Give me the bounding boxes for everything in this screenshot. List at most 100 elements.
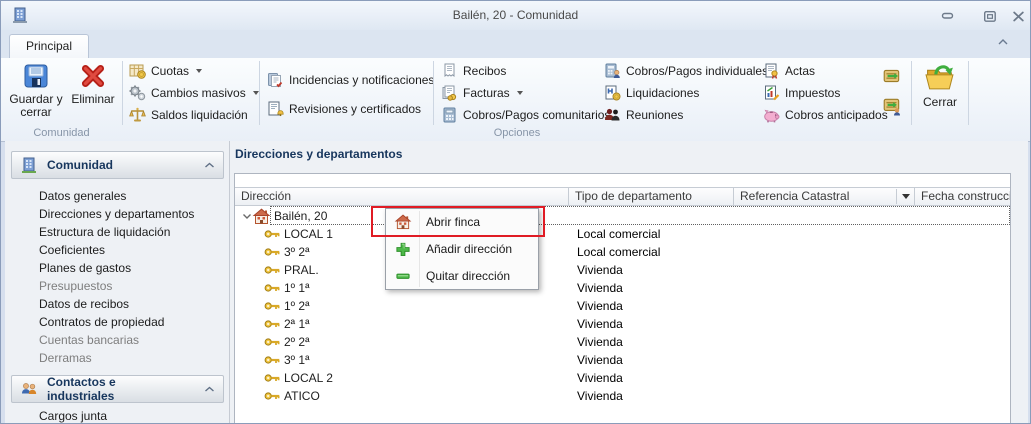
traspaso-button-2[interactable]	[880, 94, 904, 118]
table-row-3-2[interactable]: 3º 2ª Local comercial	[236, 243, 1009, 261]
actas-icon	[763, 63, 780, 79]
ribbon-separator	[968, 61, 969, 125]
page-title: Direcciones y departamentos	[235, 147, 402, 161]
transfer-icon	[882, 66, 902, 86]
sidebar-section-comunidad[interactable]: Comunidad	[11, 151, 224, 179]
saldos-liquidacion-button[interactable]: Saldos liquidación	[129, 106, 248, 124]
close-button[interactable]	[1009, 9, 1027, 23]
sidebar-item-datos-de-recibos[interactable]: Datos de recibos	[39, 295, 129, 313]
sidebar-item-cuentas-bancarias[interactable]: Cuentas bancarias	[39, 331, 139, 349]
incidencias-button[interactable]: Incidencias y notificaciones	[267, 71, 434, 89]
menu-item-anadir-direccion[interactable]: Añadir dirección	[386, 236, 538, 263]
sidebar-item-datos-generales[interactable]: Datos generales	[39, 187, 126, 205]
cobros-pagos-comunitarios-button[interactable]: Cobros/Pagos comunitarios	[441, 106, 610, 124]
cobros-comunitarios-icon	[441, 107, 458, 123]
reuniones-icon	[604, 107, 621, 123]
liquidaciones-icon	[604, 85, 621, 101]
cuotas-button[interactable]: Cuotas	[129, 62, 202, 80]
sidebar-item-presupuestos[interactable]: Presupuestos	[39, 277, 112, 295]
referencia-filter-button[interactable]	[896, 189, 914, 204]
minimize-button[interactable]	[939, 9, 957, 23]
table-row-1-1[interactable]: 1º 1ª Vivienda	[236, 279, 1009, 297]
column-header-fecha[interactable]: Fecha construcción	[915, 187, 1010, 206]
transfer-person-icon	[882, 96, 902, 116]
key-icon	[264, 228, 281, 240]
table-row-bailen-20[interactable]: Bailén, 20	[236, 207, 1009, 225]
sidebar-item-direcciones-y-departamentos[interactable]: Direcciones y departamentos	[39, 205, 194, 223]
ribbon-separator	[911, 61, 912, 125]
chevron-up-icon	[204, 386, 215, 393]
table-row-local-1[interactable]: LOCAL 1 Local comercial	[236, 225, 1009, 243]
recibos-icon	[441, 63, 458, 79]
table-row-2-2[interactable]: 2º 2ª Vivienda	[236, 333, 1009, 351]
cerrar-icon	[923, 62, 957, 93]
comunidad-icon	[20, 156, 38, 174]
context-menu: Abrir finca Añadir dirección Quitar dire…	[385, 208, 539, 290]
facturas-button[interactable]: Facturas	[441, 84, 523, 102]
key-icon	[264, 246, 281, 258]
menu-item-abrir-finca[interactable]: Abrir finca	[386, 209, 538, 236]
group-label-comunidad: Comunidad	[1, 127, 122, 139]
close-icon	[1011, 10, 1026, 23]
traspaso-button-1[interactable]	[880, 64, 904, 88]
add-plus-icon	[394, 241, 412, 257]
facturas-icon	[441, 85, 458, 101]
cambios-masivos-button[interactable]: Cambios masivos	[129, 84, 259, 102]
sidebar-item-estructura-de-liquidacion[interactable]: Estructura de liquidación	[39, 223, 170, 241]
delete-icon	[79, 62, 107, 90]
sidebar-item-planes-de-gastos[interactable]: Planes de gastos	[39, 259, 131, 277]
key-icon	[264, 354, 281, 366]
chevron-up-icon	[997, 38, 1009, 46]
revisiones-button[interactable]: Revisiones y certificados	[267, 100, 421, 118]
saldos-icon	[129, 107, 146, 123]
sidebar-divider	[229, 141, 230, 423]
cobros-anticipados-icon	[763, 107, 780, 123]
dropdown-arrow-icon	[902, 194, 910, 199]
table-row-local-2[interactable]: LOCAL 2 Vivienda	[236, 369, 1009, 387]
key-icon	[264, 390, 281, 402]
directions-panel: Dirección Tipo de departamento Referenci…	[234, 173, 1011, 424]
recibos-button[interactable]: Recibos	[441, 62, 506, 80]
restore-button[interactable]	[981, 9, 999, 23]
menu-item-quitar-direccion[interactable]: Quitar dirección	[386, 262, 538, 289]
cambios-masivos-icon	[129, 85, 146, 101]
cuotas-icon	[129, 63, 146, 79]
collapse-ribbon-button[interactable]	[997, 38, 1009, 46]
eliminar-button[interactable]: Eliminar	[67, 60, 119, 126]
sidebar-item-derramas[interactable]: Derramas	[39, 349, 92, 367]
ribbon-separator	[122, 61, 123, 125]
cobros-anticipados-button[interactable]: Cobros anticipados	[763, 106, 888, 124]
sidebar-item-coeficientes[interactable]: Coeficientes	[39, 241, 105, 259]
title-bar[interactable]: Bailén, 20 - Comunidad	[1, 1, 1030, 31]
key-icon	[264, 372, 281, 384]
table-row-1-2[interactable]: 1º 2ª Vivienda	[236, 297, 1009, 315]
cobros-pagos-individuales-button[interactable]: Cobros/Pagos individuales	[604, 62, 768, 80]
table-row-2-1[interactable]: 2ª 1ª Vivienda	[236, 315, 1009, 333]
sidebar-section-contactos[interactable]: Contactos e industriales	[11, 375, 224, 403]
table-row-pral[interactable]: PRAL. Vivienda	[236, 261, 1009, 279]
cerrar-button[interactable]: Cerrar	[915, 60, 965, 126]
group-label-opciones: Opciones	[433, 127, 601, 139]
impuestos-icon	[763, 85, 780, 101]
impuestos-button[interactable]: Impuestos	[763, 84, 840, 102]
column-header-tipo[interactable]: Tipo de departamento	[569, 187, 734, 206]
column-header-direccion[interactable]: Dirección	[235, 187, 569, 206]
dropdown-arrow-icon	[517, 91, 523, 95]
tab-principal[interactable]: Principal	[9, 34, 89, 59]
table-row-atico[interactable]: ATICO Vivienda	[236, 387, 1009, 405]
window-title: Bailén, 20 - Comunidad	[1, 8, 1030, 22]
guardar-y-cerrar-button[interactable]: Guardar y cerrar	[9, 60, 63, 126]
actas-button[interactable]: Actas	[763, 62, 815, 80]
abrir-finca-house-icon	[394, 214, 412, 230]
key-icon	[264, 318, 281, 330]
liquidaciones-button[interactable]: Liquidaciones	[604, 84, 699, 102]
table-row-3-1[interactable]: 3º 1ª Vivienda	[236, 351, 1009, 369]
incidencias-icon	[267, 72, 284, 88]
sidebar-section-title: Comunidad	[47, 158, 113, 172]
column-header-referencia[interactable]: Referencia Catastral	[734, 187, 915, 206]
reuniones-button[interactable]: Reuniones	[604, 106, 683, 124]
sidebar-item-cargos-junta[interactable]: Cargos junta	[39, 407, 107, 424]
expander-chevron-down-icon[interactable]	[242, 212, 252, 220]
restore-icon	[983, 10, 997, 23]
sidebar-item-contratos-de-propiedad[interactable]: Contratos de propiedad	[39, 313, 164, 331]
